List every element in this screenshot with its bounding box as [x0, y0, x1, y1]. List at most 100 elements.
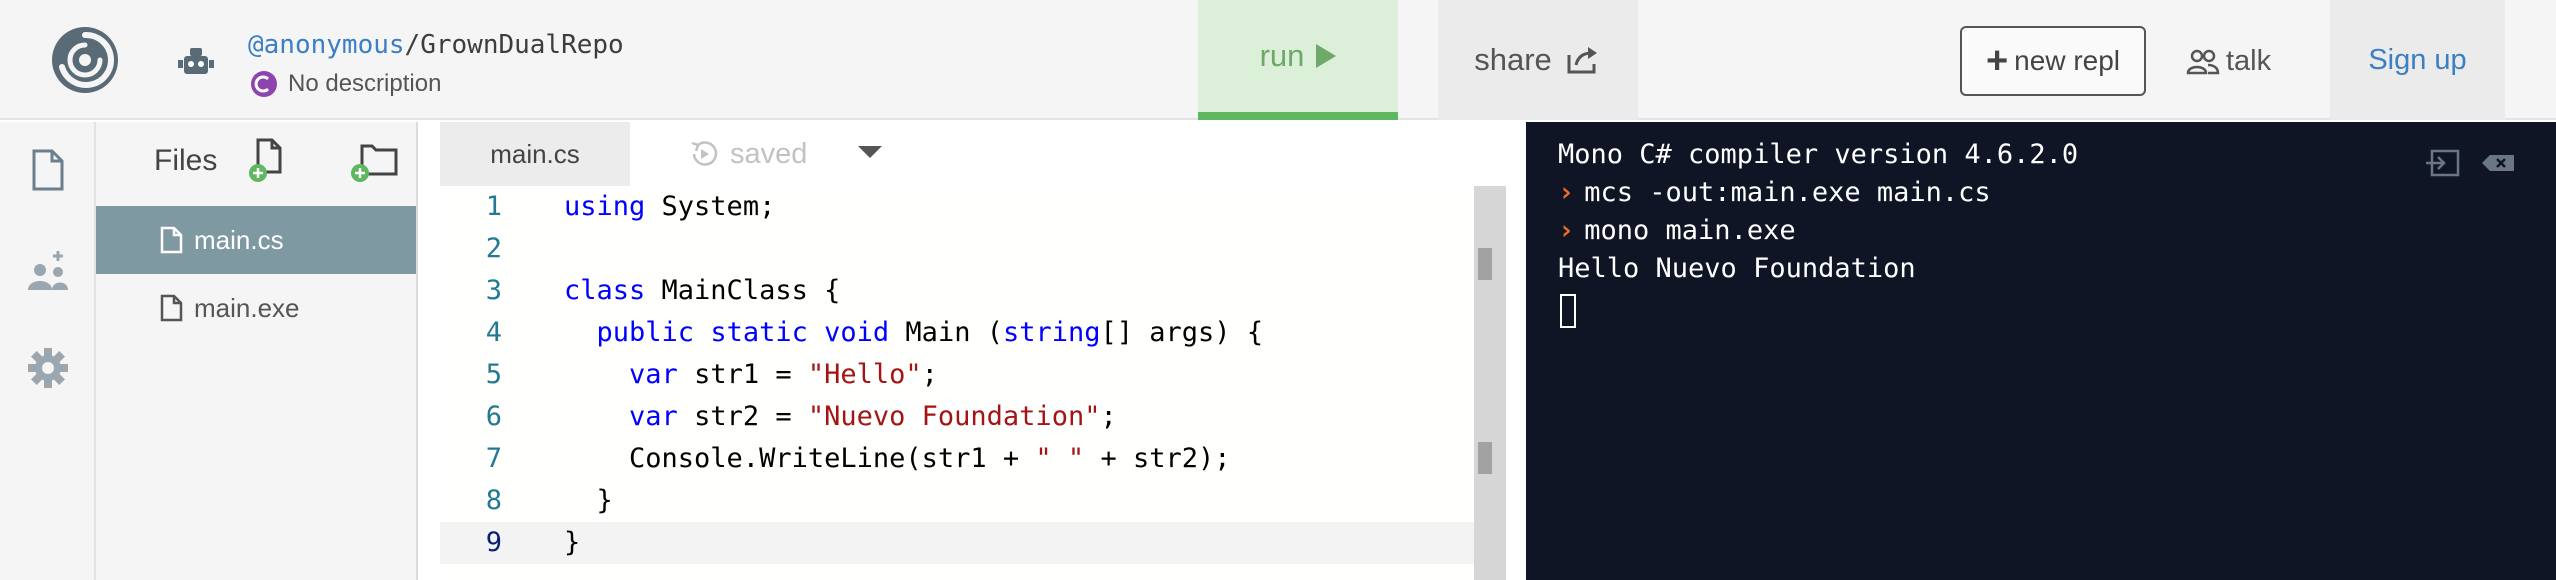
- console-line: Mono C# compiler version 4.6.2.0: [1558, 136, 2078, 174]
- file-item-main-cs[interactable]: main.cs: [96, 206, 416, 274]
- code-token: ;: [1100, 401, 1117, 432]
- code-text: }: [564, 480, 613, 522]
- new-repl-button[interactable]: + new repl: [1960, 26, 2146, 96]
- file-name: main.exe: [194, 292, 300, 323]
- code-token: [] args) {: [1100, 317, 1264, 348]
- console-text: mcs -out:main.exe main.cs: [1584, 177, 1991, 208]
- csharp-language-icon: [251, 71, 277, 97]
- add-file-icon[interactable]: [248, 138, 288, 184]
- repl-logo-icon[interactable]: [50, 25, 120, 95]
- code-keyword: var: [629, 401, 678, 432]
- sign-up-button[interactable]: Sign up: [2330, 0, 2505, 120]
- code-line[interactable]: 9}: [440, 522, 1480, 564]
- line-number: 3: [485, 275, 502, 306]
- settings-gear-icon[interactable]: [26, 346, 70, 390]
- code-text: }: [564, 522, 580, 564]
- code-keyword: string: [1002, 317, 1101, 348]
- file-item-main-exe[interactable]: main.exe: [96, 274, 416, 342]
- files-icon[interactable]: [26, 148, 70, 192]
- run-label: run: [1259, 38, 1305, 73]
- chevron-down-icon[interactable]: [858, 146, 882, 158]
- save-status: saved: [688, 122, 807, 186]
- code-line[interactable]: 4 public static void Main (string[] args…: [440, 312, 1480, 354]
- editor-tab-bar: main.cs saved: [420, 122, 1506, 186]
- history-icon: [691, 141, 718, 166]
- code-area[interactable]: 1 using System; 2 3 class MainClass {4 publi…: [440, 186, 1486, 580]
- code-string: " ": [1035, 443, 1085, 474]
- line-number: 2: [485, 233, 502, 264]
- code-token: }: [564, 485, 613, 516]
- file-icon: [160, 294, 183, 322]
- line-number: 5: [485, 359, 502, 390]
- share-button[interactable]: share: [1438, 0, 1638, 120]
- code-keyword: public: [596, 317, 695, 348]
- code-line[interactable]: 2: [440, 228, 1480, 270]
- multiplayer-icon[interactable]: [26, 248, 70, 292]
- editor-scrollbar[interactable]: [1474, 186, 1506, 580]
- sign-up-label: Sign up: [2368, 43, 2467, 76]
- code-line[interactable]: 3 class MainClass {: [440, 270, 1480, 312]
- code-line[interactable]: 7 Console.WriteLine(str1 + " " + str2);: [440, 438, 1480, 480]
- code-token: str1 =: [677, 359, 808, 390]
- code-string: "Hello": [807, 359, 922, 390]
- code-editor-pane: main.cs saved 1 using System; 2 3 class Main…: [420, 122, 1506, 580]
- people-icon: [2186, 49, 2220, 75]
- code-line[interactable]: 1 using System;: [440, 186, 1480, 228]
- play-icon: [1316, 44, 1337, 68]
- clear-console-icon[interactable]: [2480, 148, 2516, 178]
- code-string: "Nuevo Foundation": [807, 401, 1101, 432]
- code-text: class MainClass {: [564, 270, 840, 312]
- scrollbar-marker: [1478, 248, 1492, 280]
- files-title: Files: [154, 144, 218, 177]
- console-text: Hello Nuevo Foundation: [1558, 253, 1916, 284]
- console-pane[interactable]: Mono C# compiler version 4.6.2.0 › mcs -ou…: [1526, 122, 2556, 580]
- repl-path: @anonymous/GrownDualRepo: [248, 30, 624, 60]
- line-number: 1: [485, 191, 502, 222]
- robot-avatar-icon[interactable]: [176, 42, 216, 82]
- file-icon: [160, 226, 183, 254]
- code-keyword: class: [564, 275, 646, 306]
- code-text: Console.WriteLine(str1 + " " + str2);: [564, 438, 1231, 480]
- code-line[interactable]: 5 var str1 = "Hello";: [440, 354, 1480, 396]
- repl-description[interactable]: No description: [250, 68, 441, 100]
- description-text: No description: [288, 70, 442, 97]
- path-separator: /: [404, 30, 421, 60]
- share-label: share: [1474, 42, 1552, 77]
- expand-console-icon[interactable]: [2424, 148, 2460, 178]
- code-token: ;: [921, 359, 938, 390]
- code-token: System;: [645, 191, 776, 222]
- code-token: + str2);: [1084, 443, 1231, 474]
- repl-name[interactable]: GrownDualRepo: [420, 30, 624, 60]
- code-keyword: static: [710, 317, 808, 348]
- files-panel: Files main.cs main.exe: [96, 122, 418, 580]
- code-line[interactable]: 6 var str2 = "Nuevo Foundation";: [440, 396, 1480, 438]
- code-keyword: void: [824, 317, 890, 348]
- top-bar: @anonymous/GrownDualRepo No description …: [0, 0, 2556, 120]
- console-text: mono main.exe: [1584, 215, 1796, 246]
- code-token: Console.WriteLine(str1 +: [564, 443, 1036, 474]
- line-number: 7: [485, 443, 502, 474]
- console-line: › mcs -out:main.exe main.cs: [1558, 174, 1991, 212]
- prompt-chevron-icon: ›: [1558, 177, 1575, 208]
- talk-button[interactable]: talk: [2186, 26, 2271, 96]
- new-repl-label: new repl: [2014, 45, 2121, 76]
- prompt-chevron-icon: ›: [1558, 215, 1575, 246]
- run-button[interactable]: run: [1198, 0, 1398, 120]
- share-icon: [1567, 47, 1597, 74]
- code-line[interactable]: 8 }: [440, 480, 1480, 522]
- tab-main-cs[interactable]: main.cs: [440, 122, 630, 186]
- code-text: var str1 = "Hello";: [564, 354, 938, 396]
- left-rail: [0, 122, 96, 580]
- add-folder-icon[interactable]: [350, 140, 398, 184]
- line-number: 6: [485, 401, 502, 432]
- code-text: public static void Main (string[] args) …: [564, 312, 1264, 354]
- code-token: Main (: [889, 317, 1003, 348]
- console-line: › mono main.exe: [1558, 212, 1796, 250]
- line-number: 9: [485, 527, 502, 558]
- code-token: str2 =: [677, 401, 808, 432]
- owner-link[interactable]: @anonymous: [248, 30, 405, 60]
